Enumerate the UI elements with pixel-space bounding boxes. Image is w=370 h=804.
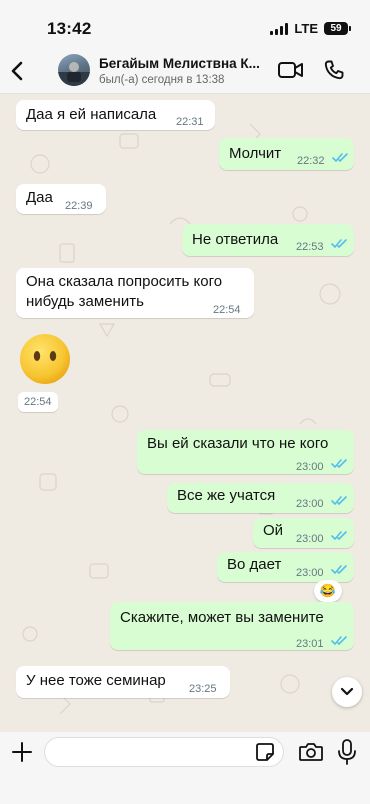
network-label: LTE [294,21,318,36]
message-time: 23:01 [296,638,324,650]
message-bubble-outgoing[interactable]: Ой 23:00 [253,518,354,548]
message-time: 23:25 [189,683,217,695]
message-time: 23:00 [296,567,324,579]
message-bubble-incoming[interactable]: У нее тоже семинар 23:25 [16,666,230,698]
message-bubble-outgoing[interactable]: Скажите, может вы замените 23:01 [110,602,354,650]
chevron-down-icon [340,687,354,696]
plus-icon[interactable] [11,741,33,763]
message-text: Ой [263,522,284,539]
message-time: 22:31 [176,116,204,128]
status-time: 13:42 [47,19,92,38]
contact-name[interactable]: Бегайым Мелиствна К... [99,56,274,71]
message-text: Даа [26,189,53,206]
neutral-face-no-mouth-icon[interactable] [19,333,71,385]
double-check-icon [331,636,347,646]
message-text: У нее тоже семинар [26,672,166,689]
message-time: 22:39 [65,200,93,212]
message-time: 23:00 [296,533,324,545]
status-indicators: LTE 59 [270,21,351,36]
message-time: 23:00 [296,461,324,473]
back-chevron-icon[interactable] [6,58,30,84]
message-text: Не ответила [192,231,279,248]
message-bubble-outgoing[interactable]: Все же учатся 23:00 [167,483,354,513]
reaction-badge[interactable]: 😂 [314,580,342,602]
video-call-icon[interactable] [277,59,305,81]
double-check-icon [331,531,347,541]
message-composer [0,732,370,804]
message-text: Во дает [227,556,282,573]
battery-icon: 59 [324,22,351,35]
message-bubble-incoming[interactable]: Даа 22:39 [16,184,106,214]
chat-header: Бегайым Мелиствна К... был(-а) сегодня в… [0,48,370,94]
phone-icon[interactable] [322,58,346,82]
message-text: Скажите, может вы замените [120,609,324,626]
message-bubble-outgoing[interactable]: Не ответила 22:53 [182,224,354,256]
message-bubble-incoming[interactable]: Она сказала попросить кого нибудь замени… [16,268,254,318]
message-text: Молчит [229,145,282,162]
mic-icon[interactable] [336,738,358,766]
message-text: Даа я ей написала [26,106,157,123]
message-time: 22:54 [18,392,58,412]
double-check-icon [331,565,347,575]
message-text: Вы ей сказали что не кого [147,435,329,452]
double-check-icon [332,153,348,163]
signal-icon [270,22,289,35]
message-bubble-outgoing[interactable]: Во дает 23:00 [217,552,354,582]
chat-area[interactable]: Даа я ей написала 22:31 Молчит 22:32 Даа… [0,94,370,732]
avatar[interactable] [58,54,90,86]
message-bubble-incoming[interactable]: Даа я ей написала 22:31 [16,100,215,130]
double-check-icon [331,496,347,506]
message-input[interactable] [44,737,284,767]
scroll-to-bottom-button[interactable] [332,677,362,707]
camera-icon[interactable] [298,741,324,763]
double-check-icon [331,239,347,249]
sticker-icon[interactable] [255,742,275,762]
double-check-icon [331,459,347,469]
contact-last-seen: был(-а) сегодня в 13:38 [99,74,225,86]
status-bar: 13:42 LTE 59 [0,0,370,48]
message-bubble-outgoing[interactable]: Молчит 22:32 [219,138,354,170]
message-time: 22:53 [296,241,324,253]
message-time: 22:32 [297,155,325,167]
message-time: 22:54 [213,304,241,316]
message-time: 23:00 [296,498,324,510]
message-bubble-outgoing[interactable]: Вы ей сказали что не кого 23:00 [137,430,354,474]
message-text: Все же учатся [177,487,276,504]
